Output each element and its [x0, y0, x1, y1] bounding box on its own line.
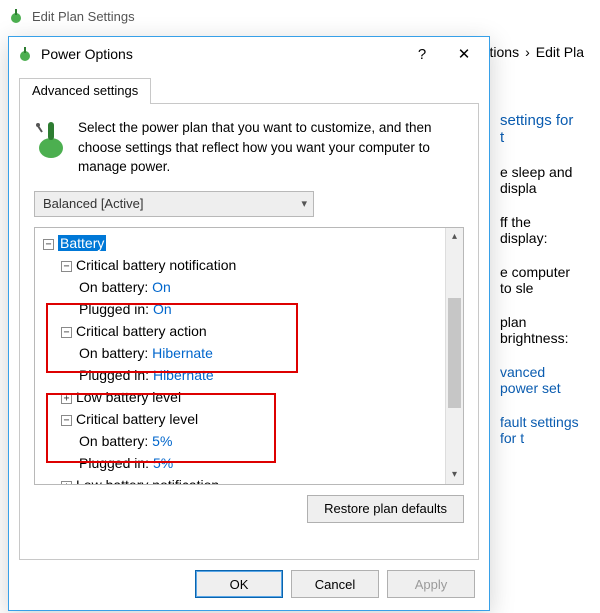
tree-node-low-level[interactable]: Low battery level [76, 389, 181, 405]
tabstrip: Advanced settings [19, 77, 479, 103]
setting-label: On battery [79, 279, 152, 295]
setting-label: On battery [79, 433, 152, 449]
setting-label: Plugged in [79, 301, 153, 317]
row-turn-off-display: ff the display: [500, 214, 580, 246]
row-sleep: e computer to sle [500, 264, 580, 296]
setting-value[interactable]: On [153, 301, 172, 317]
setting-label: Plugged in [79, 367, 153, 383]
setting-label: Plugged in [79, 455, 153, 471]
breadcrumb[interactable]: ptions › Edit Pla [482, 44, 584, 60]
power-plan-icon [34, 118, 68, 160]
scroll-up-icon[interactable]: ▴ [446, 228, 463, 246]
row-brightness: plan brightness: [500, 314, 580, 346]
dialog-title: Power Options [41, 46, 133, 62]
expand-icon[interactable]: + [61, 481, 72, 484]
setting-value[interactable]: Hibernate [153, 367, 214, 383]
tree-node-critical-notification[interactable]: Critical battery notification [76, 257, 236, 273]
scroll-thumb[interactable] [448, 298, 461, 408]
setting-value[interactable]: On [152, 279, 171, 295]
collapse-icon[interactable]: − [43, 239, 54, 250]
dialog-footer: OK Cancel Apply [9, 560, 489, 610]
setting-label: On battery [79, 345, 152, 361]
tree-node-critical-level[interactable]: Critical battery level [76, 411, 198, 427]
restore-defaults-button[interactable]: Restore plan defaults [307, 495, 464, 523]
tree-scrollbar[interactable]: ▴ ▾ [445, 228, 463, 484]
power-options-dialog: Power Options ? ✕ Advanced settings Sele… [8, 36, 490, 611]
link-advanced-power[interactable]: vanced power set [500, 364, 580, 396]
tree-node-critical-action[interactable]: Critical battery action [76, 323, 207, 339]
breadcrumb-item[interactable]: Edit Pla [536, 44, 584, 60]
power-options-icon [17, 46, 33, 62]
tree-node-battery[interactable]: Battery [58, 235, 106, 251]
apply-button[interactable]: Apply [387, 570, 475, 598]
help-button[interactable]: ? [405, 37, 439, 71]
link-restore-defaults[interactable]: fault settings for t [500, 414, 580, 446]
expand-icon[interactable]: + [61, 393, 72, 404]
setting-value[interactable]: 5% [152, 433, 172, 449]
cancel-button[interactable]: Cancel [291, 570, 379, 598]
parent-titlebar: Edit Plan Settings [0, 0, 600, 32]
dialog-titlebar[interactable]: Power Options ? ✕ [9, 37, 489, 71]
setting-value[interactable]: 5% [153, 455, 173, 471]
chevron-down-icon: ▾ [301, 197, 307, 210]
chevron-right-icon: › [525, 44, 530, 60]
collapse-icon[interactable]: − [61, 327, 72, 338]
parent-heading: settings for t [500, 112, 580, 146]
power-options-icon [8, 8, 24, 24]
parent-subline: e sleep and displa [500, 164, 580, 196]
intro-text: Select the power plan that you want to c… [78, 118, 464, 177]
collapse-icon[interactable]: − [61, 415, 72, 426]
tab-advanced-settings[interactable]: Advanced settings [19, 78, 151, 104]
ok-button[interactable]: OK [195, 570, 283, 598]
close-button[interactable]: ✕ [447, 37, 481, 71]
scroll-down-icon[interactable]: ▾ [446, 466, 463, 484]
tree-node-low-notification[interactable]: Low battery notification [76, 477, 219, 484]
settings-tree[interactable]: −Battery −Critical battery notification … [35, 228, 445, 484]
parent-window-title: Edit Plan Settings [32, 9, 135, 24]
intro-row: Select the power plan that you want to c… [34, 118, 464, 177]
power-plan-selected: Balanced [Active] [43, 196, 143, 211]
setting-value[interactable]: Hibernate [152, 345, 213, 361]
settings-tree-container: −Battery −Critical battery notification … [34, 227, 464, 485]
collapse-icon[interactable]: − [61, 261, 72, 272]
tab-page: Select the power plan that you want to c… [19, 103, 479, 560]
power-plan-combo[interactable]: Balanced [Active] ▾ [34, 191, 314, 217]
